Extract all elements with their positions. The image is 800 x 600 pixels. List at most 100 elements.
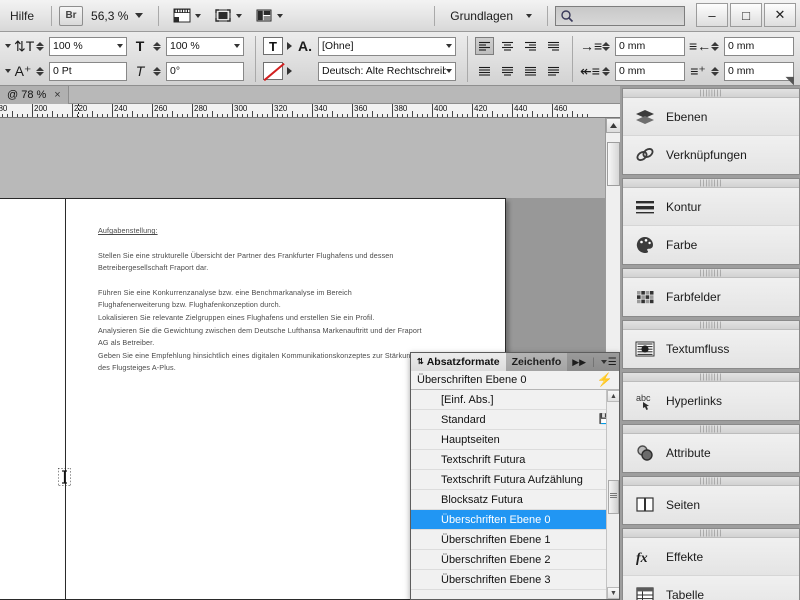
window-minimize-button[interactable]: – bbox=[696, 3, 728, 27]
style-row[interactable]: Überschriften Ebene 3 bbox=[411, 570, 619, 590]
workspace-switcher[interactable]: Grundlagen bbox=[442, 9, 540, 23]
frame-view-button[interactable] bbox=[207, 7, 248, 24]
dock-item-seiten[interactable]: Seiten bbox=[623, 486, 799, 524]
justify-last-left-button[interactable] bbox=[544, 37, 563, 55]
style-row-selected[interactable]: Überschriften Ebene 0 bbox=[411, 510, 619, 530]
justify-center-button[interactable] bbox=[498, 62, 517, 80]
dock-group-grip[interactable]: |||||||| bbox=[623, 425, 799, 434]
character-style-combo[interactable]: [Ohne] bbox=[318, 36, 456, 56]
right-indent-stepper[interactable] bbox=[711, 41, 720, 51]
right-indent-field[interactable]: 0 mm bbox=[724, 36, 794, 56]
close-icon[interactable]: × bbox=[54, 89, 60, 101]
scroll-up-arrow-icon[interactable]: ▲ bbox=[607, 390, 619, 402]
style-row[interactable]: Hauptseiten bbox=[411, 430, 619, 450]
bridge-button[interactable]: Br bbox=[59, 5, 84, 26]
last-line-indent-stepper[interactable] bbox=[711, 66, 720, 76]
frame-view-icon bbox=[215, 9, 232, 22]
scroll-up-arrow-icon[interactable] bbox=[606, 118, 621, 133]
chevron-down-icon[interactable] bbox=[5, 44, 11, 48]
style-row[interactable]: Blocksatz Futura bbox=[411, 490, 619, 510]
dock-group-grip[interactable]: |||||||| bbox=[623, 179, 799, 188]
dock-group-grip[interactable]: |||||||| bbox=[623, 477, 799, 486]
dock-item-label: Ebenen bbox=[666, 109, 708, 124]
dock-item-effekte[interactable]: fx Effekte bbox=[623, 538, 799, 576]
dock-group-grip[interactable]: |||||||| bbox=[623, 321, 799, 330]
style-row[interactable]: Textschrift Futura bbox=[411, 450, 619, 470]
character-style-value: [Ohne] bbox=[322, 40, 354, 52]
paragraph-styles-panel[interactable]: ⇅ Absatzformate Zeichenfo ▶▶ | ☰ Übersch… bbox=[410, 352, 620, 600]
align-left-button[interactable] bbox=[475, 37, 494, 55]
paragraph-styles-list[interactable]: [Einf. Abs.] Standard 💾 Hauptseiten Textschr… bbox=[411, 390, 619, 599]
dock-item-verkn-pfungen[interactable]: Verknüpfungen bbox=[623, 136, 799, 174]
chevron-right-icon[interactable] bbox=[287, 67, 292, 75]
dock-group-grip[interactable]: |||||||| bbox=[623, 529, 799, 538]
justify-right-button[interactable] bbox=[521, 62, 540, 80]
horizontal-scale-stepper[interactable] bbox=[36, 41, 45, 51]
baseline-shift-field[interactable]: 0 Pt bbox=[49, 61, 127, 81]
style-row[interactable]: Überschriften Ebene 1 bbox=[411, 530, 619, 550]
tab-absatzformate[interactable]: ⇅ Absatzformate bbox=[411, 353, 506, 371]
last-line-indent-field[interactable]: 0 mm bbox=[724, 61, 794, 81]
menu-help[interactable]: Hilfe bbox=[0, 0, 44, 32]
layout-view-button[interactable] bbox=[248, 7, 289, 24]
align-center-button[interactable] bbox=[498, 37, 517, 55]
search-input[interactable] bbox=[555, 5, 685, 26]
skew-stepper[interactable] bbox=[153, 66, 162, 76]
first-line-indent-stepper[interactable] bbox=[602, 66, 611, 76]
left-indent-field[interactable]: 0 mm bbox=[615, 36, 685, 56]
page-left[interactable]: Plus nderln s .en bbox=[0, 198, 65, 600]
skew-field[interactable]: 0° bbox=[166, 61, 244, 81]
window-restore-button[interactable]: □ bbox=[730, 3, 762, 27]
style-row[interactable]: Textschrift Futura Aufzählung bbox=[411, 470, 619, 490]
dock-group-grip[interactable]: |||||||| bbox=[623, 269, 799, 278]
dock-item-attribute[interactable]: Attribute bbox=[623, 434, 799, 472]
justify-all-button[interactable] bbox=[475, 62, 494, 80]
dock-group-grip[interactable]: |||||||| bbox=[623, 89, 799, 98]
baseline-shift-stepper[interactable] bbox=[36, 66, 45, 76]
ruler-minor-tick bbox=[247, 113, 248, 117]
panel-menu-button[interactable]: ☰ bbox=[600, 357, 617, 368]
language-combo[interactable]: Deutsch: Alte Rechtschreibu bbox=[318, 61, 456, 81]
screen-mode-button[interactable] bbox=[166, 7, 207, 24]
ruler-minor-tick bbox=[382, 113, 383, 117]
formatting-affects-text-button[interactable]: T bbox=[263, 37, 283, 55]
document-tab[interactable]: @ 78 % × bbox=[0, 85, 69, 104]
style-name: Überschriften Ebene 1 bbox=[441, 533, 551, 546]
tab-zeichenformate[interactable]: Zeichenfo bbox=[505, 353, 568, 371]
styles-list-scrollbar[interactable]: ▲ ▼ bbox=[606, 390, 619, 599]
chevron-right-icon[interactable] bbox=[287, 42, 292, 50]
style-row[interactable]: Überschriften Ebene 2 bbox=[411, 550, 619, 570]
tab-overflow-icon[interactable]: ▶▶ bbox=[572, 357, 586, 368]
style-row[interactable]: [Einf. Abs.] bbox=[411, 390, 619, 410]
pages-icon bbox=[636, 497, 654, 512]
align-center-icon bbox=[502, 41, 513, 51]
dock-item-ebenen[interactable]: Ebenen bbox=[623, 98, 799, 136]
vertical-scale-stepper[interactable] bbox=[153, 41, 162, 51]
scroll-down-arrow-icon[interactable]: ▼ bbox=[607, 587, 619, 599]
window-close-button[interactable]: ✕ bbox=[764, 3, 796, 27]
dock-group-grip[interactable]: |||||||| bbox=[623, 373, 799, 382]
dock-item-textumfluss[interactable]: Textumfluss bbox=[623, 330, 799, 368]
dock-item-farbe[interactable]: Farbe bbox=[623, 226, 799, 264]
zoom-level-combo[interactable]: 56,3 % bbox=[83, 9, 151, 23]
scrollbar-thumb[interactable] bbox=[607, 142, 620, 186]
style-row[interactable]: Standard 💾 bbox=[411, 410, 619, 430]
indent-left-fields: →≡ 0 mm ↞≡ 0 mm bbox=[580, 36, 689, 82]
dock-item-farbfelder[interactable]: Farbfelder bbox=[623, 278, 799, 316]
dock-item-tabelle[interactable]: Tabelle bbox=[623, 576, 799, 600]
dock-item-kontur[interactable]: Kontur bbox=[623, 188, 799, 226]
document-paragraph-line: Führen Sie eine Konkurrenzanalyse bzw. e… bbox=[98, 287, 352, 297]
ruler-minor-tick bbox=[102, 113, 103, 117]
ruler-minor-tick bbox=[57, 113, 58, 117]
justify-full-button[interactable] bbox=[544, 62, 563, 80]
horizontal-scale-combo[interactable]: 100 % bbox=[49, 36, 127, 56]
align-right-button[interactable] bbox=[521, 37, 540, 55]
first-line-indent-field[interactable]: 0 mm bbox=[615, 61, 685, 81]
collapse-dock-icon[interactable]: ◥ bbox=[786, 74, 794, 87]
left-indent-stepper[interactable] bbox=[602, 41, 611, 51]
dock-item-hyperlinks[interactable]: abc Hyperlinks bbox=[623, 382, 799, 420]
none-swatch-icon[interactable] bbox=[263, 62, 283, 80]
quick-apply-lightning-icon[interactable]: ⚡ bbox=[597, 372, 613, 388]
vertical-scale-combo[interactable]: 100 % bbox=[166, 36, 244, 56]
chevron-down-icon[interactable] bbox=[5, 69, 11, 73]
